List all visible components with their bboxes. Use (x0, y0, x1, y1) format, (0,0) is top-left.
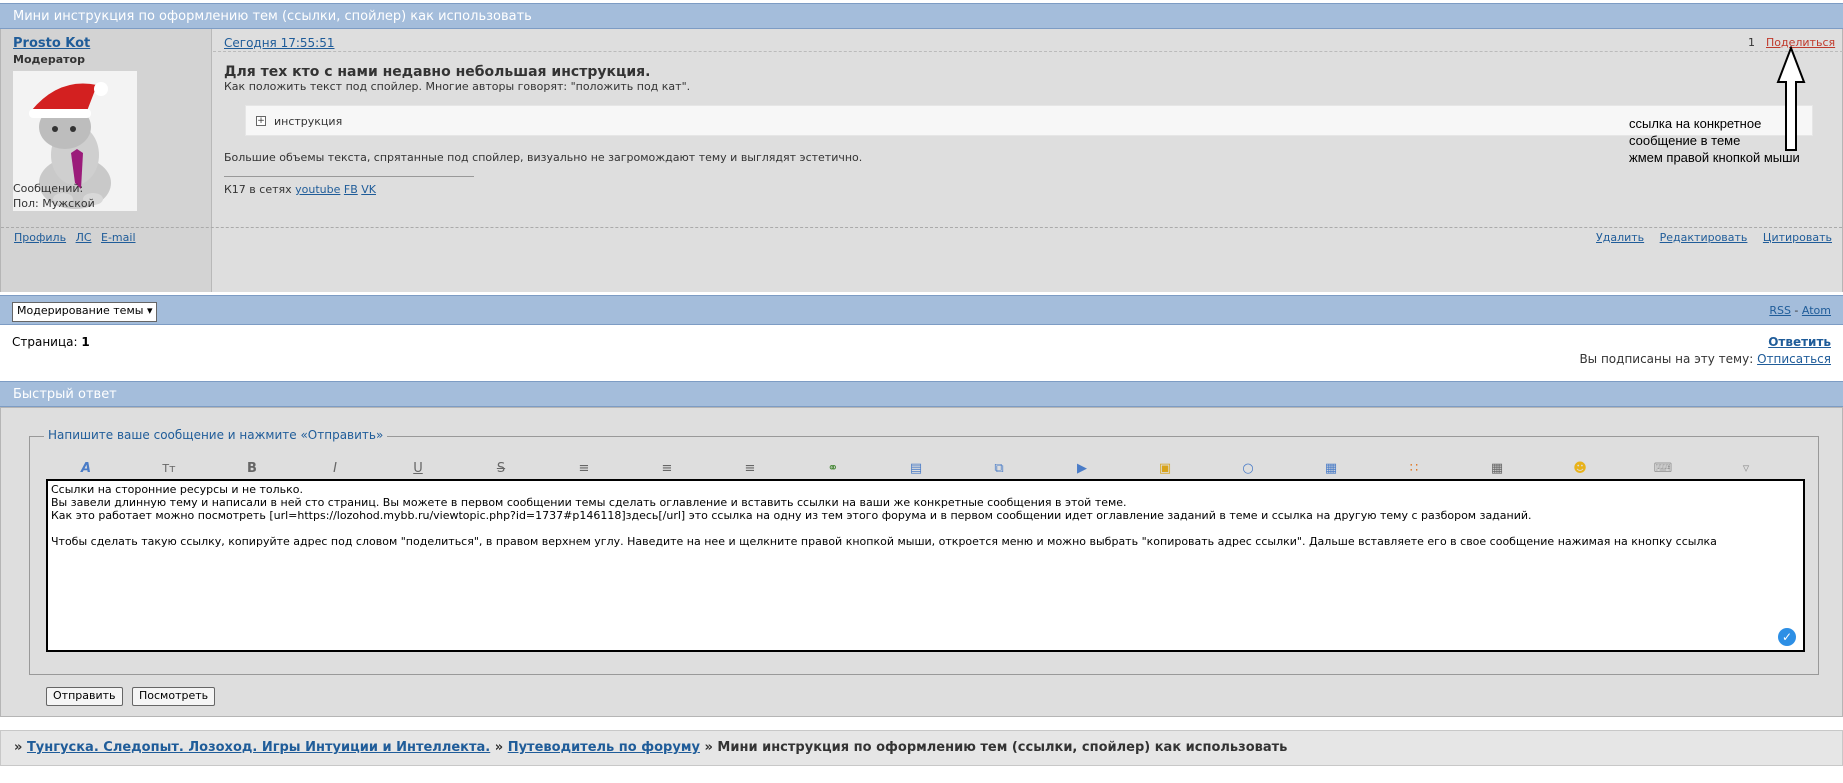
more-icon[interactable]: ▿ (1736, 459, 1756, 479)
atom-link[interactable]: Atom (1802, 304, 1831, 317)
signature-link-fb[interactable]: FB (344, 183, 358, 196)
post-header-divider (213, 51, 1843, 52)
spellcheck-icon[interactable]: ✓ (1778, 628, 1796, 646)
signature-link-youtube[interactable]: youtube (295, 183, 340, 196)
breadcrumb: » Тунгуска. Следопыт. Лозоход. Игры Инту… (0, 730, 1843, 766)
annotation-arrow-icon (1776, 46, 1806, 151)
lock-icon[interactable]: ▣ (1155, 459, 1175, 479)
page-label: Страница: (12, 335, 82, 349)
moderation-select-value: Модерирование темы (17, 304, 144, 317)
signature: К17 в сетях youtube FB VK (224, 183, 376, 196)
post-author-panel: Prosto Kot Модератор Сообщений: Пол: Муж… (1, 29, 212, 292)
breadcrumb-sep: » (704, 740, 713, 755)
delete-link[interactable]: Удалить (1596, 231, 1644, 244)
signature-link-vk[interactable]: VK (361, 183, 376, 196)
spoiler-block[interactable]: + инструкция (245, 105, 1813, 136)
quick-reply-header: Быстрый ответ (0, 381, 1843, 407)
smile-icon[interactable]: ☻ (1570, 459, 1590, 479)
italic-icon[interactable]: I (325, 459, 345, 479)
post-footer-right: Удалить Редактировать Цитировать (1584, 231, 1832, 244)
video-icon[interactable]: ▶ (1072, 459, 1092, 479)
topic-title-bar: Мини инструкция по оформлению тем (ссылк… (0, 3, 1843, 29)
copy-icon[interactable]: ⧉ (989, 459, 1009, 479)
table-icon[interactable]: ▦ (1487, 459, 1507, 479)
pagination: Страница: 1 (12, 335, 90, 349)
post: Prosto Kot Модератор Сообщений: Пол: Муж… (0, 29, 1843, 292)
spoiler-label: инструкция (274, 115, 343, 128)
breadcrumb-sep: » (14, 740, 23, 755)
underline-icon[interactable]: U (408, 459, 428, 479)
signature-divider (224, 176, 474, 177)
strike-icon[interactable]: S (491, 459, 511, 479)
email-link[interactable]: E-mail (101, 231, 136, 244)
font-icon[interactable]: A (76, 459, 96, 479)
post-footer-divider (1, 227, 1842, 228)
annotation-line-2: сообщение в теме (1629, 133, 1741, 148)
annotation-line-1: ссылка на конкретное (1629, 116, 1762, 131)
post-number: 1 (1748, 36, 1755, 49)
subscribed-text: Вы подписаны на эту тему: (1579, 352, 1758, 366)
speech-icon[interactable]: ○ (1238, 459, 1258, 479)
topic-title: Мини инструкция по оформлению тем (ссылк… (13, 9, 532, 24)
signature-prefix: К17 в сетях (224, 183, 296, 196)
rss-link[interactable]: RSS (1769, 304, 1791, 317)
editor-toolbar: A Tт B I U S ≡ ≡ ≡ ⚭ ▤ ⧉ ▶ ▣ ○ ▦ ∷ ▦ ☻ ⌨… (46, 459, 1806, 479)
preview-button[interactable]: Посмотреть (132, 687, 216, 706)
post-paragraph-1: Как положить текст под спойлер. Многие а… (224, 80, 691, 93)
pm-link[interactable]: ЛС (76, 231, 92, 244)
post-footer-left: Профиль ЛС E-mail (14, 231, 142, 244)
align-right-icon[interactable]: ≡ (740, 459, 760, 479)
feed-separator: - (1790, 304, 1802, 317)
gender-label: Пол: Мужской (13, 197, 95, 210)
subscription-row: Вы подписаны на эту тему: Отписаться (1579, 352, 1831, 366)
current-page: 1 (81, 335, 90, 349)
edit-link[interactable]: Редактировать (1660, 231, 1748, 244)
feed-links: RSS - Atom (1769, 304, 1831, 317)
messages-count-label: Сообщений: (13, 182, 84, 195)
keyboard-icon[interactable]: ⌨ (1653, 459, 1673, 479)
link-icon[interactable]: ⚭ (823, 459, 843, 479)
quote-link[interactable]: Цитировать (1763, 231, 1832, 244)
reply-legend: Напишите ваше сообщение и нажмите «Отпра… (44, 428, 388, 442)
message-textarea[interactable]: Ссылки на сторонние ресурсы и не только.… (46, 479, 1805, 652)
annotation-line-3: жмем правой кнопкой мыши (1629, 150, 1800, 165)
reply-link[interactable]: Ответить (1768, 335, 1831, 349)
image-icon[interactable]: ▦ (1321, 459, 1341, 479)
breadcrumb-sep: » (494, 740, 504, 755)
bold-icon[interactable]: B (242, 459, 262, 479)
submit-button[interactable]: Отправить (46, 687, 123, 706)
post-heading: Для тех кто с нами недавно небольшая инс… (224, 64, 651, 80)
moderation-select[interactable]: Модерирование темы ▾ (12, 302, 158, 322)
quick-reply-title: Быстрый ответ (13, 387, 117, 402)
profile-link[interactable]: Профиль (14, 231, 66, 244)
align-center-icon[interactable]: ≡ (657, 459, 677, 479)
breadcrumb-forum-link[interactable]: Тунгуска. Следопыт. Лозоход. Игры Интуиц… (27, 740, 490, 755)
post-date-link[interactable]: Сегодня 17:55:51 (224, 36, 334, 50)
size-icon[interactable]: Tт (159, 459, 179, 479)
book-icon[interactable]: ▤ (906, 459, 926, 479)
author-name[interactable]: Prosto Kot (13, 36, 90, 51)
moderation-bar: Модерирование темы ▾ RSS - Atom (0, 295, 1843, 325)
color-icon[interactable]: ∷ (1404, 459, 1424, 479)
unsubscribe-link[interactable]: Отписаться (1757, 352, 1831, 366)
spoiler-expand-icon[interactable]: + (256, 116, 266, 126)
post-paragraph-2: Большие объемы текста, спрятанные под сп… (224, 151, 863, 164)
annotation-note: ссылка на конкретное сообщение в теме жм… (1629, 115, 1800, 166)
breadcrumb-section-link[interactable]: Путеводитель по форуму (508, 740, 700, 755)
align-left-icon[interactable]: ≡ (574, 459, 594, 479)
breadcrumb-current: Мини инструкция по оформлению тем (ссылк… (717, 740, 1288, 755)
author-role: Модератор (13, 53, 85, 66)
chevron-down-icon: ▾ (146, 304, 153, 317)
